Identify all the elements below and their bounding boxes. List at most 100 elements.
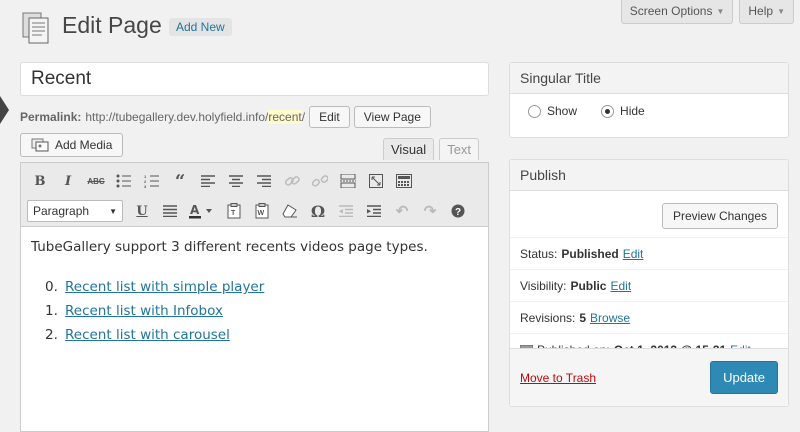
- intro-paragraph: TubeGallery support 3 different recents …: [31, 239, 428, 255]
- editor-toolbar: B I ABC 123 “ Paragraph ▼ U A T W Ω ↶ ↷ …: [21, 163, 488, 227]
- screen-options-label: Screen Options: [629, 4, 713, 18]
- recent-list: 0. Recent list with simple player 1. Recen…: [31, 279, 478, 343]
- editor-content[interactable]: TubeGallery support 3 different recents …: [21, 227, 488, 363]
- help-button[interactable]: Help ▼: [739, 0, 794, 24]
- recent-list-link[interactable]: Recent list with simple player: [65, 279, 264, 295]
- tab-visual[interactable]: Visual: [383, 138, 435, 160]
- recent-list-link[interactable]: Recent list with Infobox: [65, 303, 223, 319]
- align-right-icon[interactable]: [251, 169, 277, 193]
- list-number: 2.: [45, 327, 58, 343]
- preview-changes-button[interactable]: Preview Changes: [661, 203, 778, 229]
- special-char-icon[interactable]: Ω: [305, 199, 331, 223]
- screen-meta-links: Screen Options ▼ Help ▼: [620, 0, 800, 24]
- strikethrough-icon[interactable]: ABC: [83, 169, 109, 193]
- show-radio[interactable]: [528, 104, 541, 118]
- move-to-trash-link[interactable]: Move to Trash: [520, 371, 596, 385]
- bullet-list-icon[interactable]: [111, 169, 137, 193]
- list-number: 0.: [45, 279, 58, 295]
- permalink-base: http://tubegallery.dev.holyfield.info/: [85, 110, 269, 124]
- italic-icon[interactable]: I: [55, 169, 81, 193]
- show-option[interactable]: Show: [528, 104, 577, 118]
- content-editor: B I ABC 123 “ Paragraph ▼ U A T W Ω ↶ ↷ …: [20, 162, 489, 432]
- tab-text[interactable]: Text: [439, 138, 480, 160]
- fullscreen-icon[interactable]: [363, 169, 389, 193]
- toolbar-row-1: B I ABC 123 “: [27, 167, 482, 195]
- list-item: 0. Recent list with simple player: [45, 279, 478, 295]
- underline-icon[interactable]: U: [129, 199, 155, 223]
- status-label: Status:: [520, 246, 558, 261]
- edit-permalink-button[interactable]: Edit: [309, 106, 350, 128]
- text-color-icon[interactable]: A: [185, 199, 219, 223]
- align-center-icon[interactable]: [223, 169, 249, 193]
- view-page-button[interactable]: View Page: [353, 106, 431, 128]
- preview-row: Preview Changes: [510, 191, 788, 238]
- page-icon: [22, 12, 49, 44]
- list-item: 2. Recent list with carousel: [45, 327, 478, 343]
- help-label: Help: [748, 4, 774, 18]
- blockquote-icon[interactable]: “: [167, 169, 193, 193]
- justify-icon[interactable]: [157, 199, 183, 223]
- format-select[interactable]: Paragraph ▼: [27, 200, 123, 222]
- list-item: 1. Recent list with Infobox: [45, 303, 478, 319]
- chevron-down-icon: ▼: [716, 6, 725, 16]
- editor-tabs: Visual Text: [383, 138, 480, 160]
- indent-icon[interactable]: [361, 199, 387, 223]
- browse-revisions-link[interactable]: Browse: [590, 311, 630, 325]
- redo-icon[interactable]: ↷: [417, 199, 443, 223]
- publish-box: Publish Preview Changes Status: Publishe…: [509, 159, 789, 407]
- status-row: Status: Published Edit: [510, 238, 788, 270]
- numbered-list-icon[interactable]: 123: [139, 169, 165, 193]
- hide-radio[interactable]: [601, 104, 615, 118]
- undo-icon[interactable]: ↶: [389, 199, 415, 223]
- align-left-icon[interactable]: [195, 169, 221, 193]
- singular-title-heading: Singular Title: [510, 63, 788, 94]
- hide-label: Hide: [620, 104, 645, 118]
- add-new-button[interactable]: Add New: [169, 18, 232, 36]
- publish-actions: Move to Trash Update: [510, 348, 788, 406]
- singular-title-box: Singular Title Show Hide: [509, 62, 789, 138]
- edit-status-link[interactable]: Edit: [623, 247, 644, 261]
- toolbar-row-2: Paragraph ▼ U A T W Ω ↶ ↷ ?: [27, 197, 482, 225]
- paste-text-icon[interactable]: T: [221, 199, 247, 223]
- permalink-slug[interactable]: recent: [268, 110, 302, 124]
- singular-title-options: Show Hide: [510, 94, 788, 128]
- permalink-trail: /: [301, 110, 306, 124]
- caret-down-icon: ▼: [109, 206, 117, 216]
- link-icon[interactable]: [279, 169, 305, 193]
- edit-visibility-link[interactable]: Edit: [610, 279, 631, 293]
- permalink-row: Permalink: http://tubegallery.dev.holyfi…: [20, 106, 431, 128]
- post-title-input[interactable]: [20, 62, 489, 96]
- svg-text:?: ?: [455, 207, 461, 218]
- page-title: Edit Page: [62, 12, 162, 38]
- recent-list-link[interactable]: Recent list with carousel: [65, 327, 230, 343]
- help-icon[interactable]: ?: [445, 199, 471, 223]
- add-media-button[interactable]: Add Media: [20, 133, 124, 157]
- more-tag-icon[interactable]: [335, 169, 361, 193]
- show-label: Show: [547, 104, 578, 118]
- visibility-value: Public: [570, 278, 607, 293]
- outdent-icon[interactable]: [333, 199, 359, 223]
- visibility-row: Visibility: Public Edit: [510, 270, 788, 302]
- update-button[interactable]: Update: [710, 361, 778, 394]
- publish-heading: Publish: [510, 160, 788, 191]
- permalink-label: Permalink:: [20, 110, 82, 124]
- revisions-row: Revisions: 5 Browse: [510, 302, 788, 334]
- bold-icon[interactable]: B: [27, 169, 53, 193]
- clear-format-icon[interactable]: [277, 199, 303, 223]
- media-icon: [31, 138, 49, 152]
- list-number: 1.: [45, 303, 58, 319]
- svg-text:W: W: [258, 210, 265, 217]
- chevron-down-icon: ▼: [777, 6, 785, 16]
- pointer-arrow-icon: [0, 96, 9, 124]
- revisions-label: Revisions:: [520, 310, 576, 325]
- add-media-label: Add Media: [55, 138, 113, 152]
- screen-options-button[interactable]: Screen Options ▼: [620, 0, 734, 24]
- permalink-url: http://tubegallery.dev.holyfield.info/re…: [85, 110, 305, 124]
- kitchen-sink-icon[interactable]: [391, 169, 417, 193]
- paste-word-icon[interactable]: W: [249, 199, 275, 223]
- svg-text:T: T: [231, 210, 236, 217]
- unlink-icon[interactable]: [307, 169, 333, 193]
- hide-option[interactable]: Hide: [601, 104, 645, 118]
- format-select-value: Paragraph: [33, 204, 90, 218]
- visibility-label: Visibility:: [520, 278, 567, 293]
